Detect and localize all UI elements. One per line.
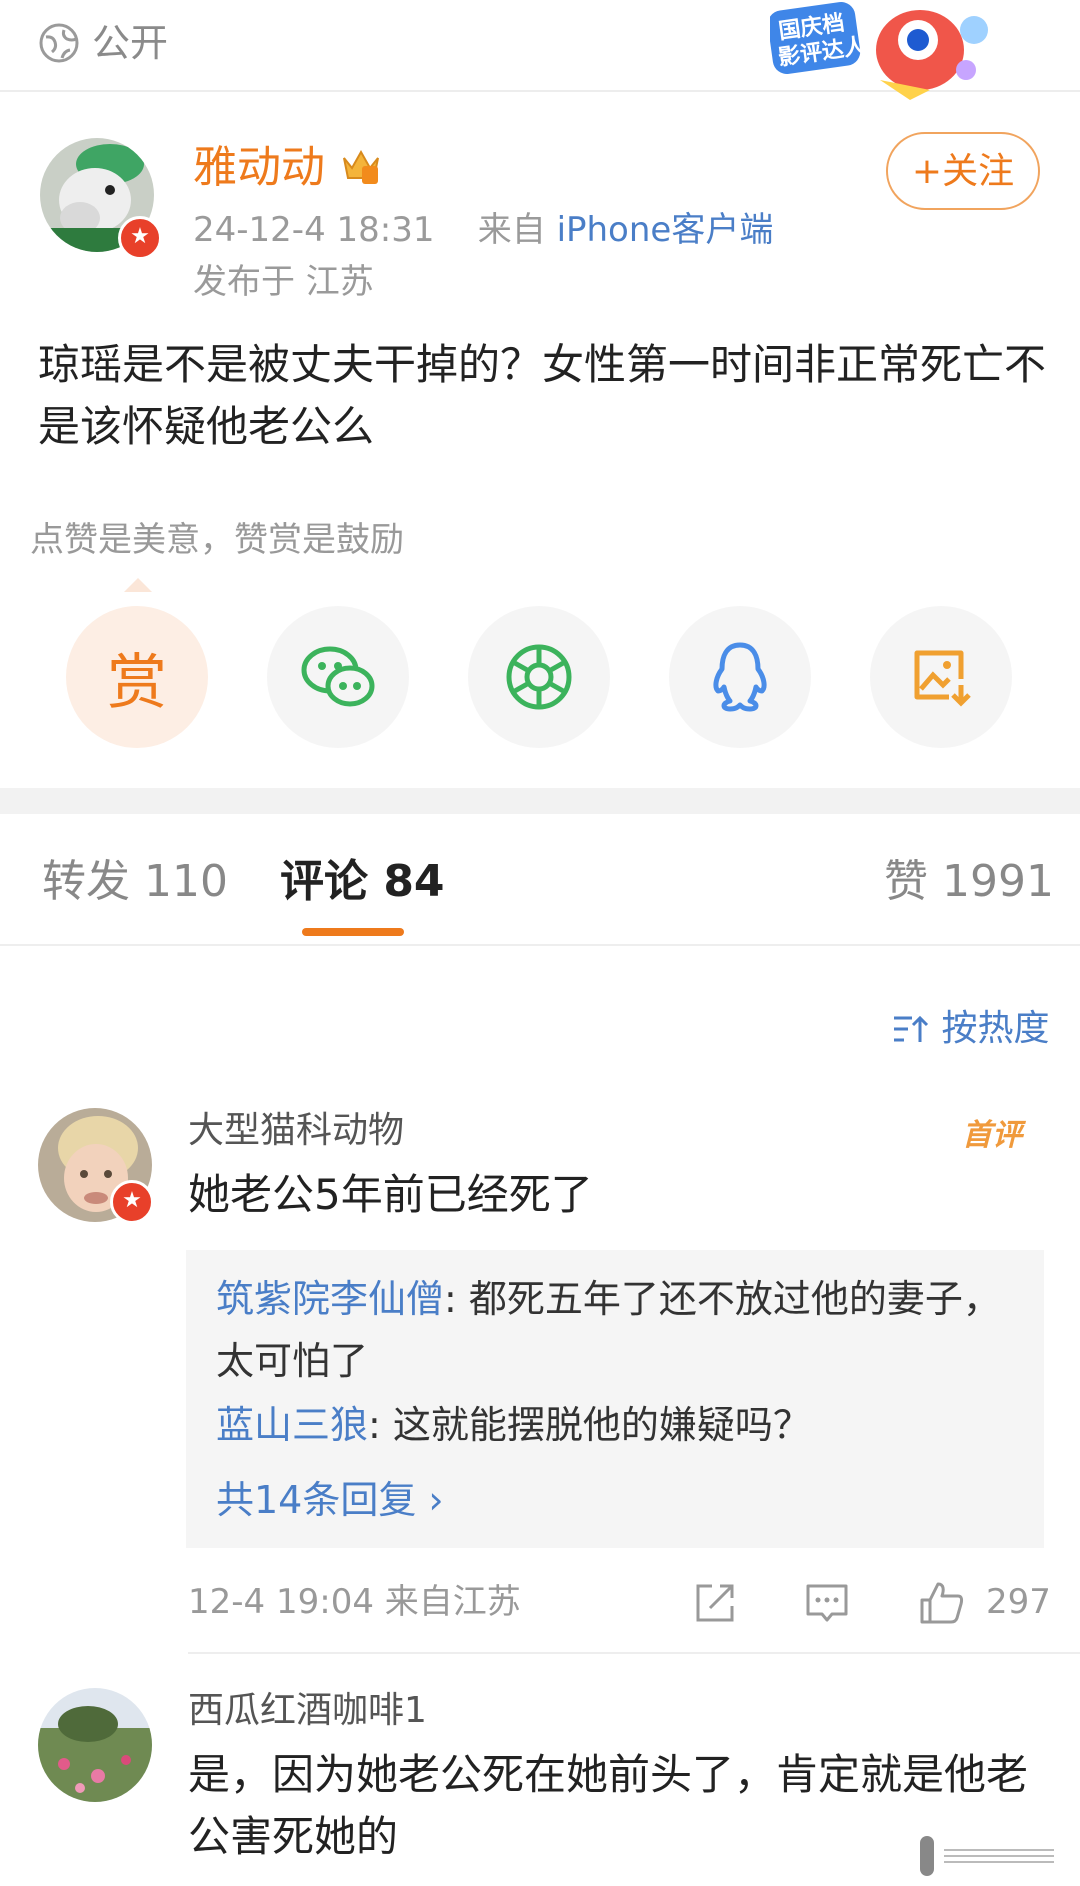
reward-button[interactable]: 赏 [66,606,208,748]
sort-label: 按热度 [941,1008,1050,1049]
source-prefix: 来自 [477,210,546,250]
tooltip-pointer [124,578,152,592]
like-count: 297 [986,1582,1051,1622]
save-image-button[interactable] [870,606,1012,748]
tab-comments[interactable]: 评论 84 [280,852,445,912]
verified-badge-icon: ★ [118,216,162,260]
active-tab-indicator [302,928,404,936]
moments-aperture-icon [506,644,572,710]
comment-divider [188,1652,1080,1654]
post-location: 发布于 江苏 [193,262,374,302]
share-moments-button[interactable] [468,606,610,748]
reply-item[interactable]: 筑紫院李仙僧: 都死五年了还不放过他的妻子，太可怕了 [216,1268,1016,1392]
reply-item[interactable]: 蓝山三狼: 这就能摆脱他的嫌疑吗？ [216,1394,1016,1456]
crown-icon [343,149,379,184]
comment-meta: 12-4 19:04 来自江苏 [188,1582,521,1622]
more-replies-link[interactable]: 共14条回复 › [216,1470,444,1530]
section-divider [0,788,1080,814]
post-text: 琼瑶是不是被丈夫干掉的？女性第一时间非正常死亡不是该怀疑他老公么 [38,340,1047,451]
post-timestamp: 24-12-4 18:31 [193,210,435,250]
tab-divider [0,944,1080,946]
reply-user[interactable]: 蓝山三狼 [216,1403,368,1447]
tab-likes[interactable]: 赞 1991 [884,852,1054,912]
reply-user[interactable]: 筑紫院李仙僧 [216,1277,444,1321]
globe-icon [39,23,79,63]
commenter-name[interactable]: 西瓜红酒咖啡1 [188,1686,427,1736]
verified-badge-icon: ★ [110,1180,154,1224]
share-icon[interactable] [692,1580,738,1626]
qq-penguin-icon [713,642,767,712]
comment-icon[interactable] [804,1580,850,1626]
wechat-icon [301,646,375,707]
visibility-label[interactable]: 公开 [92,16,168,70]
post-source[interactable]: iPhone客户端 [557,210,774,250]
replies-box[interactable]: 筑紫院李仙僧: 都死五年了还不放过他的妻子，太可怕了 蓝山三狼: 这就能摆脱他的… [186,1250,1044,1548]
sort-button[interactable]: 按热度 [892,1004,1049,1054]
reward-hint: 点赞是美意，赞赏是鼓励 [30,520,404,560]
share-wechat-button[interactable] [267,606,409,748]
commenter-avatar[interactable] [38,1688,152,1802]
top-bar: 公开 国庆档 影评达人 [0,0,1080,100]
scrollbar-thumb[interactable] [920,1836,934,1876]
comment-text: 是，因为她老公死在她前头了，肯定就是他老公害死她的 [188,1750,1029,1861]
tab-reposts[interactable]: 转发 110 [42,852,228,912]
post-meta: 24-12-4 18:31 来自 iPhone客户端 [193,206,773,254]
reply-text: : 这就能摆脱他的嫌疑吗？ [368,1403,811,1447]
first-comment-badge: 首评 [962,1118,1022,1153]
event-badge-icon: 国庆档 影评达人 [770,1,988,100]
commenter-name[interactable]: 大型猫科动物 [188,1106,404,1156]
share-qq-button[interactable] [669,606,811,748]
like-icon[interactable] [918,1580,964,1626]
scroll-indicator-icon [944,1849,1054,1863]
save-image-icon [914,650,971,707]
follow-button[interactable]: +关注 [886,132,1040,210]
sort-icon [894,1015,929,1042]
comment-text: 她老公5年前已经死了 [188,1170,593,1219]
author-name[interactable]: 雅动动 [193,140,325,196]
